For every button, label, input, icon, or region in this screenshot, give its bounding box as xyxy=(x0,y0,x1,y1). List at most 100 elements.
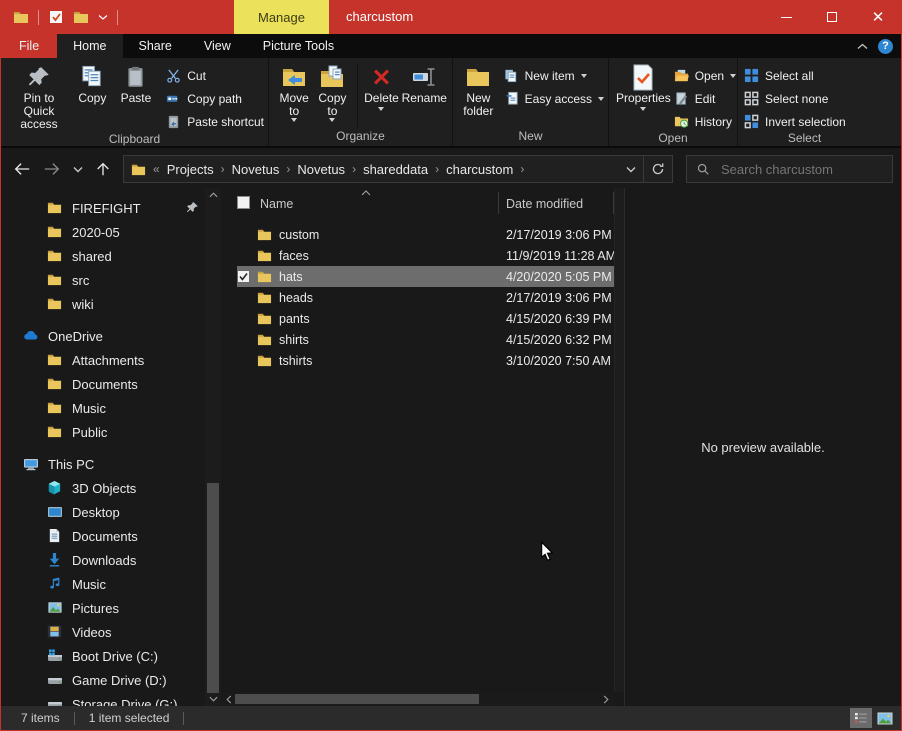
rename-button[interactable]: Rename xyxy=(401,61,448,106)
search-input[interactable] xyxy=(719,161,899,178)
sidebar-scrollbar[interactable] xyxy=(205,188,221,706)
cut-button[interactable]: Cut xyxy=(166,66,264,85)
tab-home[interactable]: Home xyxy=(57,34,122,58)
rename-icon xyxy=(411,62,437,92)
preview-pane: No preview available. xyxy=(624,188,901,706)
breadcrumb-item[interactable]: Projects› xyxy=(167,162,225,177)
forward-button[interactable] xyxy=(43,161,61,177)
sidebar-item[interactable]: FIREFIGHT xyxy=(1,196,205,220)
tab-view[interactable]: View xyxy=(188,34,247,58)
scroll-up-icon[interactable] xyxy=(205,188,221,202)
folder-icon[interactable] xyxy=(73,9,89,25)
file-date-modified: 4/15/2020 6:39 PM xyxy=(506,312,612,326)
sidebar-item[interactable]: Public xyxy=(1,420,205,444)
sidebar-item[interactable]: 3D Objects xyxy=(1,476,205,500)
select-none-button[interactable]: Select none xyxy=(744,89,846,108)
invert-selection-button[interactable]: Invert selection xyxy=(744,112,846,131)
copy-button[interactable]: Copy xyxy=(71,61,114,106)
sidebar-item[interactable]: 2020-05 xyxy=(1,220,205,244)
new-folder-button[interactable]: New folder xyxy=(459,61,498,119)
row-checkbox[interactable] xyxy=(237,270,250,283)
minimize-button[interactable] xyxy=(763,0,809,34)
column-divider[interactable] xyxy=(498,192,499,214)
breadcrumb-item[interactable]: charcustom› xyxy=(446,162,524,177)
up-button[interactable] xyxy=(95,161,111,177)
chevron-down-icon[interactable] xyxy=(98,13,108,21)
properties-check-icon[interactable] xyxy=(48,9,64,25)
scrollbar-thumb[interactable] xyxy=(235,694,479,704)
easy-access-button[interactable]: Easy access xyxy=(504,89,604,108)
delete-button[interactable]: Delete xyxy=(362,61,400,112)
sidebar-item[interactable]: shared xyxy=(1,244,205,268)
collapse-ribbon-icon[interactable] xyxy=(857,43,868,50)
large-icons-view-button[interactable] xyxy=(874,708,896,728)
sidebar-item[interactable]: Documents xyxy=(1,524,205,548)
close-button[interactable]: ✕ xyxy=(855,0,901,34)
refresh-button[interactable] xyxy=(651,162,665,176)
sidebar-item[interactable]: Pictures xyxy=(1,596,205,620)
tab-manage[interactable]: Manage xyxy=(234,0,329,34)
file-row[interactable]: faces 11/9/2019 11:28 AM xyxy=(237,245,614,266)
group-label-new: New xyxy=(453,129,608,146)
edit-button[interactable]: Edit xyxy=(674,89,736,108)
column-header-name[interactable]: Name xyxy=(260,197,293,211)
select-none-icon xyxy=(744,91,759,106)
breadcrumb-item[interactable]: Novetus› xyxy=(297,162,356,177)
sidebar-item[interactable]: Boot Drive (C:) xyxy=(1,644,205,668)
sidebar-item[interactable]: wiki xyxy=(1,292,205,316)
pin-to-quick-access-button[interactable]: Pin to Quick access xyxy=(7,61,71,132)
file-row[interactable]: heads 2/17/2019 3:06 PM xyxy=(237,287,614,308)
scroll-left-icon[interactable] xyxy=(223,692,235,706)
folder-icon[interactable] xyxy=(13,9,29,25)
file-row[interactable]: custom 2/17/2019 3:06 PM xyxy=(237,224,614,245)
sidebar-item[interactable]: Game Drive (D:) xyxy=(1,668,205,692)
file-row[interactable]: shirts 4/15/2020 6:32 PM xyxy=(237,329,614,350)
recent-locations-chevron-icon[interactable] xyxy=(73,166,83,173)
scroll-down-icon[interactable] xyxy=(205,692,221,706)
sidebar-item[interactable]: This PC xyxy=(1,452,205,476)
file-list-vertical-scrollbar[interactable] xyxy=(614,188,624,692)
sidebar-item[interactable]: Documents xyxy=(1,372,205,396)
sidebar-item[interactable]: src xyxy=(1,268,205,292)
history-button[interactable]: History xyxy=(674,112,736,131)
file-row[interactable]: tshirts 3/10/2020 7:50 AM xyxy=(237,350,614,371)
file-row[interactable]: pants 4/15/2020 6:39 PM xyxy=(237,308,614,329)
select-all-button[interactable]: Select all xyxy=(744,66,846,85)
address-bar[interactable]: « Projects› Novetus› Novetus› shareddata… xyxy=(123,155,673,183)
open-button[interactable]: Open xyxy=(674,66,736,85)
tab-share[interactable]: Share xyxy=(123,34,188,58)
maximize-button[interactable] xyxy=(809,0,855,34)
new-item-button[interactable]: New item xyxy=(504,66,604,85)
tab-picture-tools[interactable]: Picture Tools xyxy=(247,34,350,58)
scroll-right-icon[interactable] xyxy=(600,692,612,706)
properties-button[interactable]: Properties xyxy=(615,61,672,112)
paste-button[interactable]: Paste xyxy=(114,61,159,106)
column-header-date-modified[interactable]: Date modified xyxy=(506,197,583,211)
scrollbar-thumb[interactable] xyxy=(207,483,219,693)
move-to-button[interactable]: Move to xyxy=(275,61,313,123)
breadcrumb-item[interactable]: Novetus› xyxy=(232,162,291,177)
help-icon[interactable]: ? xyxy=(878,39,893,54)
select-all-checkbox[interactable] xyxy=(237,196,250,209)
back-button[interactable] xyxy=(13,161,31,177)
file-list-horizontal-scrollbar[interactable] xyxy=(223,692,614,706)
details-view-button[interactable] xyxy=(850,708,872,728)
copy-to-button[interactable]: Copy to xyxy=(313,61,351,123)
sidebar-item[interactable]: OneDrive xyxy=(1,324,205,348)
sidebar-item[interactable]: Music xyxy=(1,396,205,420)
address-dropdown-chevron-icon[interactable] xyxy=(626,166,636,173)
sidebar-item[interactable]: Attachments xyxy=(1,348,205,372)
file-rows: custom 2/17/2019 3:06 PM faces 11/9/2019… xyxy=(223,224,614,371)
select-all-icon xyxy=(744,68,759,83)
sidebar-item[interactable]: Downloads xyxy=(1,548,205,572)
breadcrumb-item[interactable]: shareddata› xyxy=(363,162,439,177)
sidebar-item[interactable]: Desktop xyxy=(1,500,205,524)
sidebar-item[interactable]: Music xyxy=(1,572,205,596)
tab-file[interactable]: File xyxy=(1,34,57,58)
breadcrumb-overflow[interactable]: « xyxy=(153,162,160,176)
sidebar-item[interactable]: Videos xyxy=(1,620,205,644)
search-box[interactable] xyxy=(686,155,893,183)
file-row[interactable]: hats 4/20/2020 5:05 PM xyxy=(237,266,614,287)
paste-shortcut-button[interactable]: Paste shortcut xyxy=(166,112,264,131)
copy-path-button[interactable]: Copy path xyxy=(166,89,264,108)
